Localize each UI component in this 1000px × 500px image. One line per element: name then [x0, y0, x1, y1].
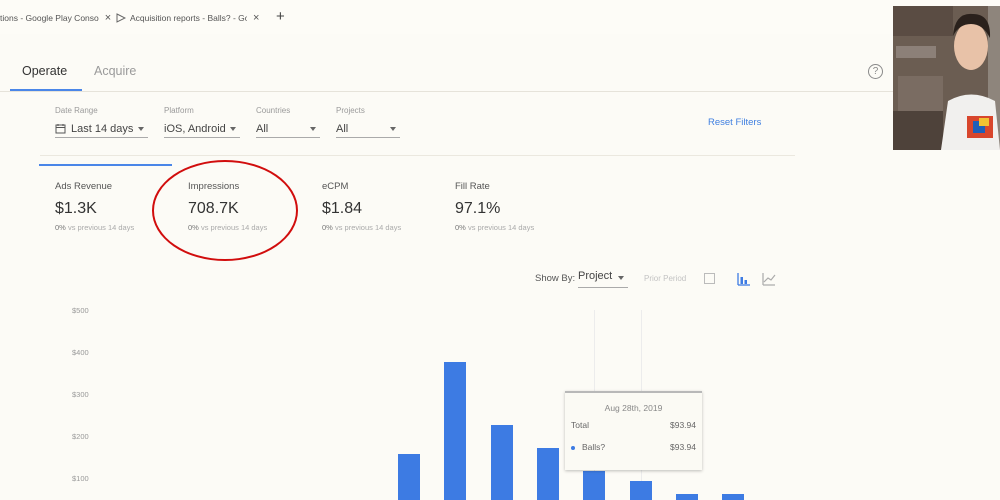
platform-select[interactable]: iOS, Android: [164, 120, 240, 138]
red-circle-annotation: [152, 160, 298, 261]
close-icon[interactable]: ×: [105, 12, 111, 24]
metric-label: eCPM: [322, 181, 349, 192]
bar-chart-icon[interactable]: [737, 272, 751, 286]
platform-filter: Platform iOS, Android: [164, 106, 240, 138]
metric-change: 0% vs previous 14 days: [455, 223, 534, 232]
filter-label: Platform: [164, 106, 194, 115]
metric-value: $1.84: [322, 200, 363, 217]
browser-tab-title: tions - Google Play Conso: [0, 13, 99, 23]
selected-metric-indicator: [39, 164, 172, 166]
browser-tab-strip: tions - Google Play Conso × Acquisition …: [0, 0, 1000, 34]
tooltip-value: $93.94: [670, 420, 696, 430]
metric-change-text: vs previous 14 days: [334, 223, 402, 232]
y-tick-label: $200: [72, 432, 89, 441]
show-by-value: Project: [578, 270, 613, 282]
metric-ads-revenue[interactable]: Ads Revenue $1.3K 0% vs previous 14 days: [55, 181, 134, 232]
chart-bar[interactable]: [398, 454, 420, 500]
chevron-down-icon: [310, 127, 316, 131]
y-tick-label: $100: [72, 474, 89, 483]
prior-period-label: Prior Period: [644, 274, 687, 283]
tooltip-row-total: Total $93.94: [571, 420, 696, 430]
metric-ecpm[interactable]: eCPM $1.84 0% vs previous 14 days: [322, 181, 401, 232]
filter-label: Date Range: [55, 106, 98, 115]
projects-value: All: [336, 122, 349, 135]
metric-value: 97.1%: [455, 200, 501, 217]
chevron-down-icon: [390, 127, 396, 131]
chart-bar[interactable]: [444, 362, 466, 500]
tab-operate[interactable]: Operate: [22, 64, 67, 78]
webcam-overlay: [893, 6, 1000, 150]
play-console-icon: [116, 13, 126, 23]
help-icon[interactable]: ?: [868, 64, 883, 79]
show-by-select[interactable]: Project: [578, 270, 628, 288]
tooltip-value: $93.94: [670, 442, 696, 452]
filter-label: Countries: [256, 106, 291, 115]
metric-change-pct: 0%: [322, 223, 333, 232]
chevron-down-icon: [138, 127, 144, 131]
metric-change: 0% vs previous 14 days: [322, 223, 401, 232]
metric-label: Ads Revenue: [55, 181, 113, 192]
chart-bar[interactable]: [537, 448, 559, 500]
top-navigation: Operate Acquire: [0, 52, 893, 92]
projects-select[interactable]: All: [336, 120, 400, 138]
tooltip-series: Balls?: [571, 442, 605, 452]
chart-bar[interactable]: [491, 425, 513, 500]
chart-bar[interactable]: [630, 481, 652, 500]
countries-filter: Countries All: [256, 106, 320, 138]
tab-acquire[interactable]: Acquire: [94, 64, 136, 78]
chart-tooltip: Aug 28th, 2019 Total $93.94 Balls? $93.9…: [565, 391, 702, 470]
browser-tab-title: Acquisition reports - Balls? - Google: [130, 13, 247, 23]
close-icon[interactable]: ×: [253, 12, 259, 24]
metric-label: Fill Rate: [455, 181, 490, 192]
tooltip-row-series: Balls? $93.94: [571, 442, 696, 452]
projects-filter: Projects All: [336, 106, 400, 138]
chart-bar[interactable]: [583, 471, 605, 500]
metric-change: 0% vs previous 14 days: [55, 223, 134, 232]
chevron-down-icon: [230, 127, 236, 131]
prior-period-checkbox[interactable]: [704, 273, 715, 284]
countries-select[interactable]: All: [256, 120, 320, 138]
calendar-icon: [55, 124, 66, 134]
date-range-filter: Date Range Last 14 days: [55, 106, 148, 138]
browser-tab[interactable]: Acquisition reports - Balls? - Google ×: [116, 10, 259, 26]
metric-fill-rate[interactable]: Fill Rate 97.1% 0% vs previous 14 days: [455, 181, 534, 232]
browser-tab[interactable]: tions - Google Play Conso ×: [0, 10, 111, 26]
metric-change-pct: 0%: [455, 223, 466, 232]
y-tick-label: $500: [72, 306, 89, 315]
date-range-value: Last 14 days: [71, 122, 134, 135]
metric-change-text: vs previous 14 days: [67, 223, 135, 232]
date-range-select[interactable]: Last 14 days: [55, 120, 148, 138]
chart-bar[interactable]: [676, 494, 698, 500]
tooltip-label: Total: [571, 420, 589, 430]
countries-value: All: [256, 122, 269, 135]
series-dot-icon: [571, 445, 575, 450]
metric-change-pct: 0%: [55, 223, 66, 232]
tooltip-date: Aug 28th, 2019: [604, 403, 663, 413]
active-tab-indicator: [10, 89, 82, 91]
tooltip-label: Balls?: [582, 442, 606, 452]
platform-value: iOS, Android: [164, 122, 226, 135]
metric-change-text: vs previous 14 days: [467, 223, 535, 232]
reset-filters-button[interactable]: Reset Filters: [708, 117, 761, 128]
metric-value: $1.3K: [55, 200, 97, 217]
chart-bar[interactable]: [722, 494, 744, 500]
divider: [40, 155, 795, 156]
line-chart-icon[interactable]: [762, 272, 776, 286]
y-tick-label: $300: [72, 390, 89, 399]
show-by-label: Show By:: [535, 273, 576, 284]
filter-label: Projects: [336, 106, 365, 115]
chevron-down-icon: [618, 276, 624, 280]
y-tick-label: $400: [72, 348, 89, 357]
new-tab-button[interactable]: +: [276, 8, 285, 25]
